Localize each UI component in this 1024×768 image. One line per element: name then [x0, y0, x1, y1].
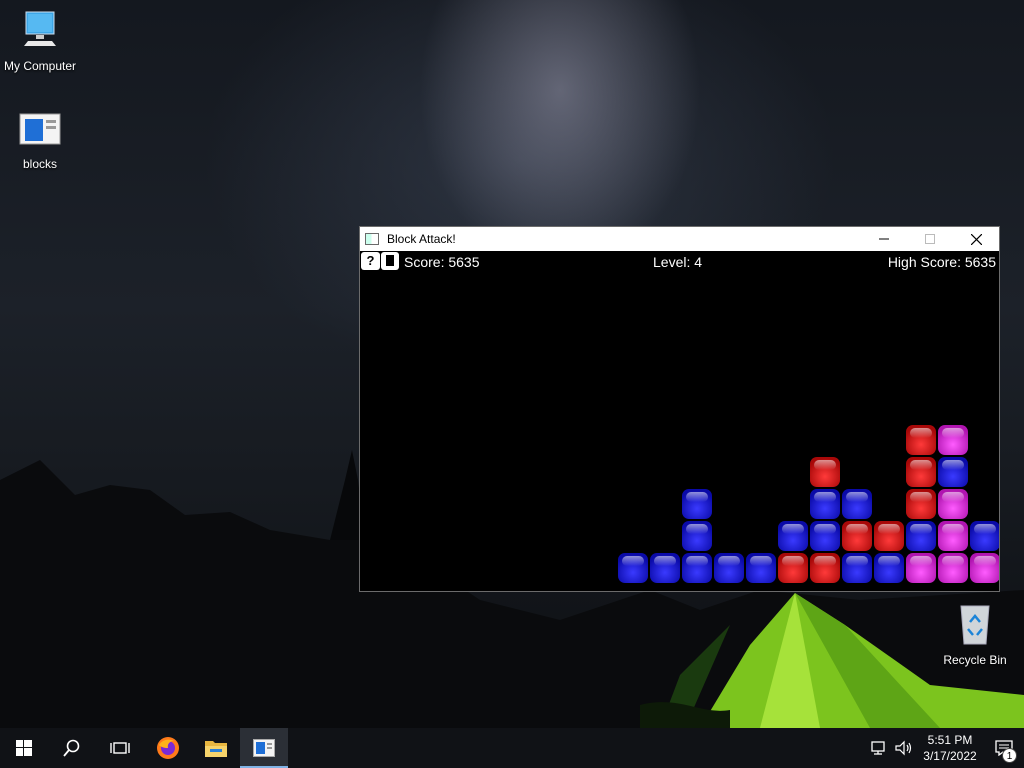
close-button[interactable] — [953, 227, 999, 251]
maximize-icon — [925, 234, 935, 244]
start-button[interactable] — [0, 728, 48, 768]
computer-icon — [24, 11, 56, 46]
blue-block[interactable] — [810, 521, 840, 551]
red-block[interactable] — [778, 553, 808, 583]
blue-block[interactable] — [874, 553, 904, 583]
stop-button[interactable] — [381, 252, 399, 270]
close-icon — [970, 233, 982, 245]
red-block[interactable] — [906, 489, 936, 519]
block-attack-window: Block Attack! ? Score: 5635 Level: 4 Hig… — [359, 226, 1000, 592]
red-block[interactable] — [842, 521, 872, 551]
game-board[interactable]: ? Score: 5635 Level: 4 High Score: 5635 — [360, 251, 999, 591]
blue-block[interactable] — [938, 457, 968, 487]
help-button[interactable]: ? — [361, 252, 380, 270]
block-attack-icon — [253, 739, 275, 757]
blue-block[interactable] — [714, 553, 744, 583]
block-attack-button[interactable] — [240, 728, 288, 768]
red-block[interactable] — [906, 457, 936, 487]
block-attack-icon — [365, 233, 379, 245]
folder-icon — [205, 741, 227, 757]
file-explorer-button[interactable] — [192, 728, 240, 768]
taskbar: 5:51 PM 3/17/2022 1 — [0, 728, 1024, 768]
red-block[interactable] — [810, 457, 840, 487]
desktop-icon-label: My Computer — [3, 59, 77, 73]
action-center-button[interactable]: 1 — [984, 728, 1024, 768]
network-icon — [871, 741, 885, 755]
window-titlebar[interactable]: Block Attack! — [360, 227, 999, 251]
blue-block[interactable] — [650, 553, 680, 583]
blue-block[interactable] — [842, 553, 872, 583]
magenta-block[interactable] — [906, 553, 936, 583]
red-block[interactable] — [906, 425, 936, 455]
desktop-icon-recycle-bin[interactable]: Recycle Bin — [935, 602, 1015, 667]
desktop-icon-my-computer[interactable]: My Computer — [0, 8, 80, 73]
desktop-icon-label: Recycle Bin — [943, 653, 1007, 667]
high-score-display: High Score: 5635 — [887, 254, 996, 270]
volume-button[interactable] — [892, 728, 916, 768]
desktop-icon-label: blocks — [22, 157, 57, 171]
desktop-icon-blocks[interactable]: blocks — [0, 110, 80, 171]
level-display: Level: 4 — [653, 254, 703, 270]
red-block[interactable] — [874, 521, 904, 551]
score-display: Score: 5635 — [404, 254, 480, 270]
firefox-icon — [157, 737, 179, 759]
window-title: Block Attack! — [387, 232, 456, 246]
magenta-block[interactable] — [938, 521, 968, 551]
magenta-block[interactable] — [938, 489, 968, 519]
task-view-button[interactable] — [96, 728, 144, 768]
task-view-icon — [110, 742, 130, 754]
blue-block[interactable] — [842, 489, 872, 519]
blue-block[interactable] — [810, 489, 840, 519]
blue-block[interactable] — [970, 521, 999, 551]
blue-block[interactable] — [778, 521, 808, 551]
blue-block[interactable] — [906, 521, 936, 551]
magenta-block[interactable] — [970, 553, 999, 583]
minimize-icon — [879, 238, 889, 240]
windows-logo-icon — [16, 740, 32, 756]
minimize-button[interactable] — [861, 227, 907, 251]
blocks-app-icon — [19, 113, 61, 145]
magenta-block[interactable] — [938, 553, 968, 583]
blue-block[interactable] — [682, 553, 712, 583]
maximize-button[interactable] — [907, 227, 953, 251]
magenta-block[interactable] — [938, 425, 968, 455]
blue-block[interactable] — [682, 489, 712, 519]
recycle-bin-icon — [960, 605, 990, 645]
network-button[interactable] — [868, 728, 892, 768]
firefox-button[interactable] — [144, 728, 192, 768]
red-block[interactable] — [810, 553, 840, 583]
clock-date: 3/17/2022 — [923, 749, 977, 763]
search-button[interactable] — [48, 728, 96, 768]
blue-block[interactable] — [682, 521, 712, 551]
clock-time: 5:51 PM — [927, 733, 973, 747]
volume-icon — [895, 740, 912, 756]
search-icon — [63, 739, 80, 757]
notification-count-badge: 1 — [1002, 748, 1017, 763]
blue-block[interactable] — [618, 553, 648, 583]
blue-block[interactable] — [746, 553, 776, 583]
taskbar-clock[interactable]: 5:51 PM 3/17/2022 — [916, 732, 984, 764]
system-tray: 5:51 PM 3/17/2022 1 — [868, 728, 1024, 768]
